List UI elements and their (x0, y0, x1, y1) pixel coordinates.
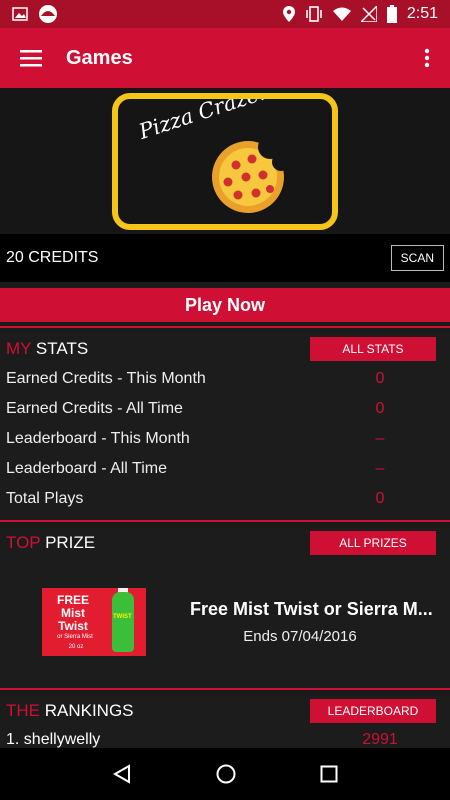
credits-count: 20 CREDITS (6, 249, 99, 266)
game-banner-area: Pizza Craze! (0, 88, 450, 234)
top-prize-title: TOP PRIZE (6, 533, 96, 552)
menu-icon[interactable] (20, 49, 42, 67)
all-prizes-button[interactable]: ALL PRIZES (310, 531, 436, 555)
my-stats-title: MY STATS (6, 339, 89, 358)
stat-row: Earned Credits - All Time 0 (0, 394, 450, 424)
ranking-score: 2991 (362, 731, 398, 748)
prize-image-text: FREE Mist Twist (56, 593, 89, 633)
stat-value: 0 (375, 370, 385, 387)
my-stats-section: MY STATS ALL STATS Earned Credits - This… (0, 334, 450, 520)
prize-image-subtext: or Sierra Mist (57, 634, 93, 640)
location-icon (282, 6, 295, 22)
soda-bottle-icon: TWIST (112, 592, 134, 652)
top-prize-section: TOP PRIZE ALL PRIZES FREE Mist Twist or … (0, 528, 450, 688)
recents-icon[interactable] (320, 765, 338, 783)
rankings-section: THE RANKINGS LEADERBOARD 1. shellywelly … (0, 696, 450, 748)
stat-row: Earned Credits - This Month 0 (0, 364, 450, 394)
prize-end-date: Ends 07/04/2016 (243, 628, 357, 645)
rankings-title: THE RANKINGS (6, 701, 134, 720)
ranking-name: 1. shellywelly (6, 731, 101, 748)
section-divider (0, 688, 450, 690)
prize-card[interactable]: FREE Mist Twist or Sierra Mist 20 oz TWI… (0, 558, 450, 686)
stat-row: Total Plays 0 (0, 484, 450, 514)
leaderboard-button[interactable]: LEADERBOARD (310, 699, 436, 723)
stat-row: Leaderboard - All Time – (0, 454, 450, 484)
section-divider (0, 326, 450, 328)
more-options-icon[interactable] (424, 48, 430, 68)
stat-label: Leaderboard - All Time (6, 460, 167, 477)
app-bar: Games (0, 28, 450, 88)
status-bar: 2:51 (0, 0, 450, 28)
prize-image: FREE Mist Twist or Sierra Mist 20 oz TWI… (42, 588, 146, 656)
back-icon[interactable] (112, 764, 132, 784)
stat-label: Total Plays (6, 490, 84, 507)
game-banner[interactable]: Pizza Craze! (112, 92, 338, 230)
stat-label: Earned Credits - All Time (6, 400, 183, 417)
stat-value: – (375, 430, 385, 447)
bottle-label: TWIST (113, 614, 132, 620)
prize-image-size: 20 oz (68, 644, 84, 650)
system-nav-bar (0, 748, 450, 800)
signal-icon (360, 6, 377, 22)
credits-row: 20 CREDITS SCAN (0, 234, 450, 282)
home-icon[interactable] (216, 764, 236, 784)
play-now-button[interactable]: Play Now (0, 288, 450, 322)
pizza-icon (212, 136, 288, 213)
all-stats-button[interactable]: ALL STATS (310, 337, 436, 361)
section-divider (0, 520, 450, 522)
scan-button[interactable]: SCAN (390, 245, 444, 271)
stat-value: – (375, 460, 385, 477)
wifi-icon (332, 7, 351, 21)
image-notification-icon (12, 7, 28, 21)
battery-icon (386, 5, 397, 23)
status-time: 2:51 (406, 5, 438, 22)
prize-name: Free Mist Twist or Sierra M... (190, 599, 433, 619)
stat-label: Leaderboard - This Month (6, 430, 190, 447)
stat-label: Earned Credits - This Month (6, 370, 206, 387)
stat-row: Leaderboard - This Month – (0, 424, 450, 454)
stat-value: 0 (375, 490, 385, 507)
stat-value: 0 (375, 400, 385, 417)
ranking-row[interactable]: 1. shellywelly 2991 (0, 726, 450, 748)
app-notification-icon (39, 5, 57, 23)
page-title: Games (66, 46, 133, 69)
vibrate-icon (306, 6, 322, 22)
